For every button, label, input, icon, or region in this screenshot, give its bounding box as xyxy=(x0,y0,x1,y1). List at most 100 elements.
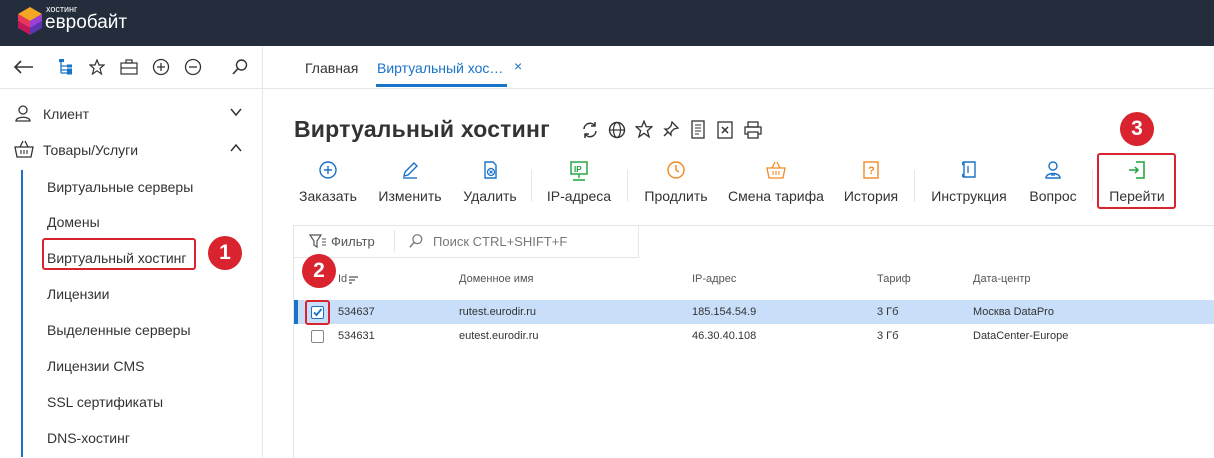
renew-button[interactable]: Продлить xyxy=(640,160,712,210)
plus-circle-icon[interactable] xyxy=(150,56,172,78)
history-button[interactable]: ? История xyxy=(840,160,902,210)
logo-icon[interactable] xyxy=(17,6,43,41)
search-icon[interactable] xyxy=(229,56,251,78)
action-divider xyxy=(627,170,628,202)
action-label: Смена тарифа xyxy=(728,188,824,204)
active-tab-indicator xyxy=(376,84,507,87)
ip-icon: IP xyxy=(545,160,613,182)
sidebar-item-dns[interactable]: DNS-хостинг xyxy=(47,430,130,446)
sidebar-item-ssl[interactable]: SSL сертификаты xyxy=(47,394,163,410)
action-label: Продлить xyxy=(644,188,708,204)
pencil-icon xyxy=(375,160,445,182)
highlight-box-goto xyxy=(1097,153,1176,209)
cell-domain: rutest.eurodir.ru xyxy=(459,306,537,318)
action-divider xyxy=(531,170,532,202)
change-tariff-button[interactable]: Смена тарифа xyxy=(726,160,826,210)
top-bar: хостинг евробайт xyxy=(0,0,1214,46)
action-label: Инструкция xyxy=(931,188,1007,204)
filter-divider xyxy=(394,230,395,252)
cell-id: 534631 xyxy=(338,330,375,342)
cell-id: 534637 xyxy=(338,306,375,318)
basket-icon xyxy=(726,160,826,182)
sidebar-item-vps[interactable]: Виртуальные серверы xyxy=(47,179,193,195)
star-icon[interactable] xyxy=(86,56,108,78)
cell-datacenter: DataCenter-Europe xyxy=(973,330,1069,342)
cell-ip: 185.154.54.9 xyxy=(692,306,757,318)
tab-close-icon[interactable]: × xyxy=(514,58,522,74)
action-label: Изменить xyxy=(378,188,442,204)
step-badge-1: 1 xyxy=(208,236,242,270)
plus-circle-icon xyxy=(297,160,359,182)
step-badge-3: 3 xyxy=(1120,112,1154,146)
toolbar-divider xyxy=(262,46,263,88)
svg-text:?: ? xyxy=(868,165,875,177)
chevron-down-icon xyxy=(229,105,243,124)
action-label: Удалить xyxy=(463,188,517,204)
svg-text:IP: IP xyxy=(574,165,582,174)
sidebar-group-products[interactable]: Товары/Услуги xyxy=(0,133,262,167)
sidebar-item-domains[interactable]: Домены xyxy=(47,214,100,230)
delete-button[interactable]: Удалить xyxy=(460,160,520,210)
back-arrow-icon[interactable] xyxy=(13,56,35,78)
sidebar-item-cms-licenses[interactable]: Лицензии CMS xyxy=(47,358,144,374)
cell-tariff: 3 Гб xyxy=(877,306,899,318)
sidebar-group-label: Товары/Услуги xyxy=(43,142,139,158)
action-label: IP-адреса xyxy=(546,188,612,204)
sidebar-item-licenses[interactable]: Лицензии xyxy=(47,286,109,302)
column-header-tariff[interactable]: Тариф xyxy=(877,273,911,285)
sort-icon[interactable] xyxy=(348,273,359,291)
column-header-id[interactable]: Id xyxy=(338,273,347,285)
sidebar-group-client[interactable]: Клиент xyxy=(0,97,262,131)
question-button[interactable]: Вопрос xyxy=(1024,160,1082,210)
print-icon[interactable] xyxy=(743,120,763,140)
user-icon xyxy=(13,103,33,128)
briefcase-icon[interactable] xyxy=(118,56,140,78)
filter-icon[interactable] xyxy=(308,233,327,254)
delete-icon xyxy=(460,160,520,182)
search-input[interactable]: Поиск CTRL+SHIFT+F xyxy=(433,234,567,249)
clock-icon xyxy=(640,160,712,182)
edit-button[interactable]: Изменить xyxy=(375,160,445,210)
manual-button[interactable]: Инструкция xyxy=(927,160,1011,210)
search-icon xyxy=(408,233,424,254)
document-icon[interactable] xyxy=(689,120,709,140)
column-header-ip[interactable]: IP-адрес xyxy=(692,273,736,285)
sidebar-item-dedicated[interactable]: Выделенные серверы xyxy=(47,322,191,338)
action-divider xyxy=(1092,170,1093,202)
column-header-domain[interactable]: Доменное имя xyxy=(459,273,533,285)
cell-ip: 46.30.40.108 xyxy=(692,330,757,342)
cell-tariff: 3 Гб xyxy=(877,330,899,342)
tree-icon[interactable] xyxy=(55,56,77,78)
tab-home[interactable]: Главная xyxy=(305,60,358,76)
toolbar: Главная Виртуальный хос… × xyxy=(0,46,1214,89)
column-header-datacenter[interactable]: Дата-центр xyxy=(973,273,1031,285)
action-label: Заказать xyxy=(299,188,357,204)
filter-button[interactable]: Фильтр xyxy=(331,234,375,249)
minus-circle-icon[interactable] xyxy=(182,56,204,78)
logo-text-big: евробайт xyxy=(45,12,128,33)
action-label: Вопрос xyxy=(1029,188,1077,204)
selected-row-marker xyxy=(294,300,298,324)
ip-addresses-button[interactable]: IP IP-адреса xyxy=(545,160,613,210)
refresh-icon[interactable] xyxy=(580,120,600,140)
page-title: Виртуальный хостинг xyxy=(294,116,550,142)
star-icon[interactable] xyxy=(634,119,655,140)
order-button[interactable]: Заказать xyxy=(297,160,359,210)
support-icon xyxy=(1024,160,1082,182)
pin-icon[interactable] xyxy=(662,120,682,140)
manual-icon xyxy=(927,160,1011,182)
sidebar-tree-line xyxy=(21,170,23,457)
highlight-box-checkbox xyxy=(305,300,330,325)
globe-icon[interactable] xyxy=(607,120,627,140)
action-label: История xyxy=(843,188,899,204)
history-icon: ? xyxy=(840,160,902,182)
row-checkbox[interactable] xyxy=(311,330,324,343)
export-icon[interactable] xyxy=(716,120,736,140)
tab-virtual-hosting[interactable]: Виртуальный хос… xyxy=(377,60,503,76)
highlight-box-sidebar xyxy=(42,238,196,270)
cell-domain: eutest.eurodir.ru xyxy=(459,330,539,342)
chevron-up-icon xyxy=(229,141,243,160)
sidebar-group-label: Клиент xyxy=(43,106,90,122)
action-divider xyxy=(914,170,915,202)
step-badge-2: 2 xyxy=(302,254,336,288)
